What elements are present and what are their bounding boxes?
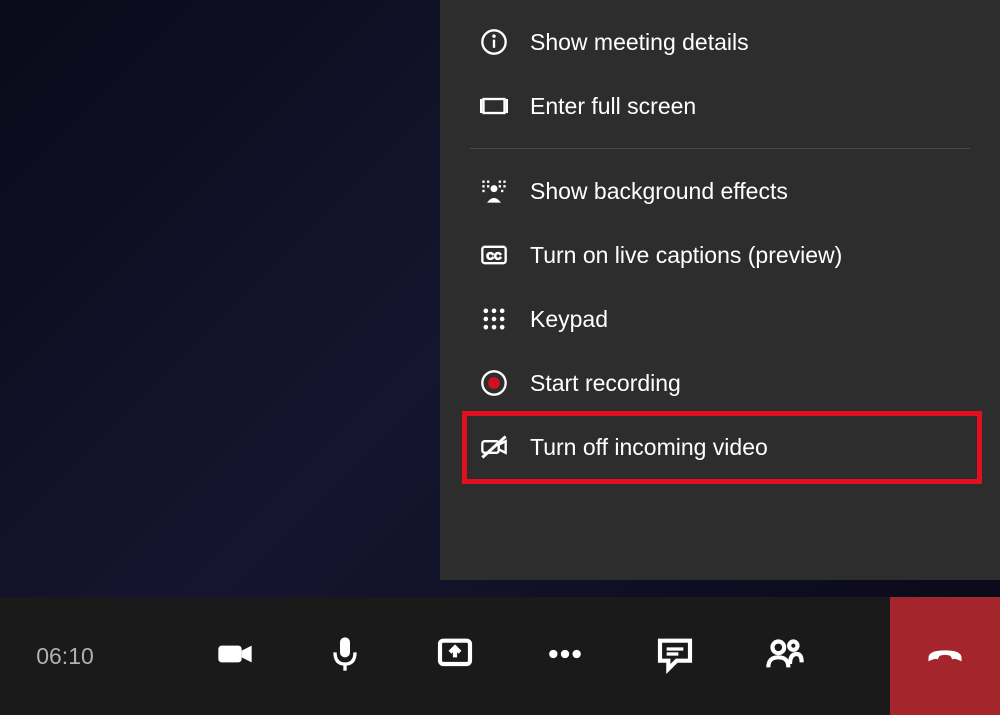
start-recording-label: Start recording: [530, 370, 681, 397]
keypad-icon: [470, 305, 518, 333]
people-icon: [765, 634, 805, 679]
keypad-label: Keypad: [530, 306, 608, 333]
meeting-toolbar: 06:10: [0, 597, 1000, 715]
info-icon: [470, 28, 518, 56]
record-icon: [470, 369, 518, 397]
captions-icon: CC: [470, 241, 518, 269]
more-actions-button[interactable]: [510, 597, 620, 715]
menu-item-start-recording[interactable]: Start recording: [440, 351, 1000, 415]
toolbar-buttons-group: [130, 597, 890, 715]
more-actions-menu: Show meeting details Enter full screen: [440, 0, 1000, 580]
live-captions-label: Turn on live captions (preview): [530, 242, 842, 269]
mic-icon: [325, 634, 365, 679]
menu-divider: [470, 148, 970, 149]
chat-icon: [655, 634, 695, 679]
hangup-button[interactable]: [890, 597, 1000, 715]
menu-item-live-captions[interactable]: CC Turn on live captions (preview): [440, 223, 1000, 287]
mic-button[interactable]: [290, 597, 400, 715]
menu-item-keypad[interactable]: Keypad: [440, 287, 1000, 351]
share-button[interactable]: [400, 597, 510, 715]
hangup-icon: [923, 632, 967, 681]
menu-item-background-effects[interactable]: Show background effects: [440, 159, 1000, 223]
more-icon: [545, 634, 585, 679]
camera-icon: [215, 634, 255, 679]
background-effects-label: Show background effects: [530, 178, 788, 205]
meeting-details-label: Show meeting details: [530, 29, 749, 56]
fullscreen-label: Enter full screen: [530, 93, 696, 120]
fullscreen-icon: [470, 92, 518, 120]
meeting-timer: 06:10: [0, 643, 130, 670]
video-off-icon: [470, 433, 518, 461]
share-icon: [435, 634, 475, 679]
menu-item-turn-off-video[interactable]: Turn off incoming video: [440, 415, 1000, 479]
menu-item-meeting-details[interactable]: Show meeting details: [440, 10, 1000, 74]
background-effects-icon: [470, 177, 518, 205]
turn-off-video-label: Turn off incoming video: [530, 434, 768, 461]
menu-item-fullscreen[interactable]: Enter full screen: [440, 74, 1000, 138]
chat-button[interactable]: [620, 597, 730, 715]
participants-button[interactable]: [730, 597, 840, 715]
camera-button[interactable]: [180, 597, 290, 715]
svg-text:CC: CC: [486, 251, 502, 263]
